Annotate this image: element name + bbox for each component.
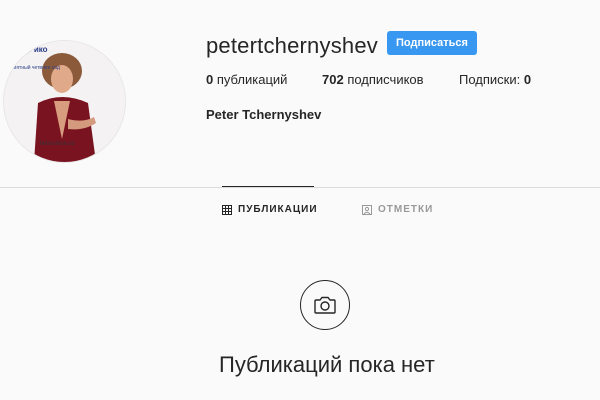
- tab-posts-label: ПУБЛИКАЦИИ: [238, 204, 318, 215]
- avatar-wordmark-top: естр ико: [14, 45, 48, 54]
- camera-icon: [314, 296, 336, 314]
- stat-following[interactable]: Подписки: 0: [459, 72, 531, 87]
- avatar-wordmark-sub: ениятный четвнее сад: [8, 65, 60, 71]
- followers-count: 702: [322, 72, 344, 87]
- empty-state-message: Публикаций пока нет: [219, 352, 435, 377]
- profile-avatar: естр ико ениятный четвнее сад liebsonice…: [3, 40, 126, 163]
- active-tab-indicator: [222, 186, 314, 187]
- tagged-person-icon: [362, 204, 372, 215]
- follow-button[interactable]: Подписаться: [387, 31, 477, 55]
- following-count: 0: [523, 72, 532, 87]
- empty-state-camera-icon: [300, 280, 350, 330]
- tabs-divider: [0, 187, 600, 188]
- posts-label: публикаций: [213, 72, 288, 87]
- followers-label: подписчиков: [343, 72, 424, 87]
- tab-posts[interactable]: ПУБЛИКАЦИИ: [222, 204, 318, 215]
- profile-full-name: Peter Tchernyshev: [206, 107, 322, 122]
- tab-tagged[interactable]: ОТМЕТКИ: [362, 204, 433, 215]
- avatar-wordmark-bottom: liebsonice.co: [40, 141, 75, 147]
- tab-tagged-label: ОТМЕТКИ: [378, 204, 434, 215]
- following-label: Подписки:: [459, 72, 524, 87]
- profile-username: petertchernyshev: [206, 33, 378, 58]
- stat-followers[interactable]: 702 подписчиков: [322, 72, 424, 87]
- grid-icon: [222, 204, 232, 215]
- stat-posts: 0 публикаций: [206, 72, 287, 87]
